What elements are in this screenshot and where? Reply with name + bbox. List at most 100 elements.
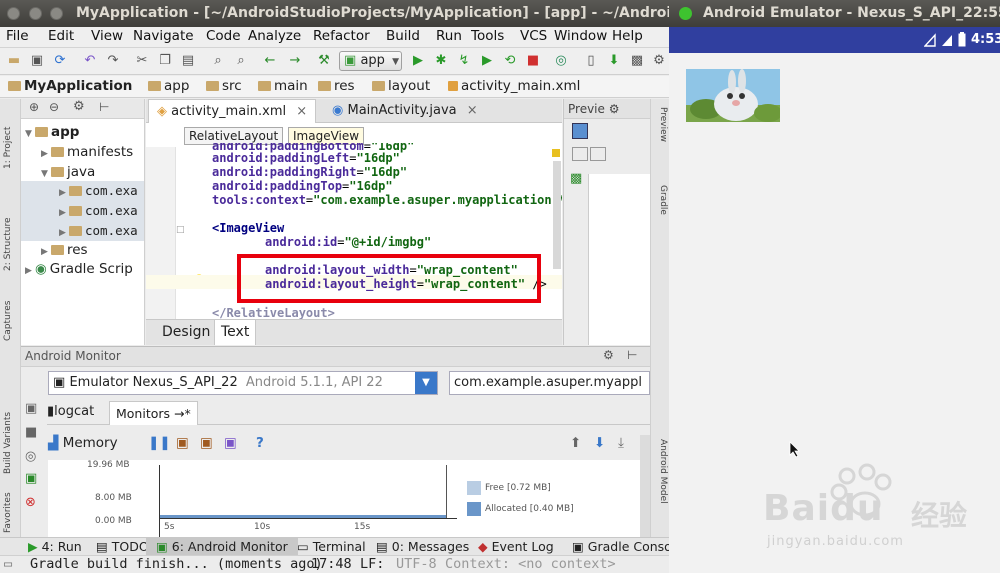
tree-item-package[interactable]: ▶ com.exa bbox=[21, 181, 144, 201]
tab-activity-main-xml[interactable]: ◈ activity_main.xml × bbox=[148, 99, 317, 123]
stop-icon[interactable]: ■ bbox=[525, 53, 541, 69]
tab-text[interactable]: Text bbox=[214, 320, 257, 345]
menu-view[interactable]: View bbox=[91, 28, 123, 44]
make-project-icon[interactable]: ⚒ bbox=[316, 53, 332, 69]
menu-edit[interactable]: Edit bbox=[48, 28, 74, 44]
tool-tab-gradle[interactable]: Gradle bbox=[654, 185, 668, 231]
tree-item-package[interactable]: ▶ com.exa bbox=[21, 201, 144, 221]
breadcrumb-main[interactable]: main bbox=[258, 78, 308, 94]
tab-logcat[interactable]: ▮logcat bbox=[47, 404, 94, 419]
download-icon[interactable]: ⤓ bbox=[618, 435, 624, 451]
tree-item-manifests[interactable]: ▶ manifests bbox=[41, 142, 133, 162]
hide-panel-icon[interactable]: ⊢ bbox=[627, 348, 637, 362]
replace-icon[interactable]: ⌕ bbox=[233, 53, 249, 69]
menu-run[interactable]: Run bbox=[436, 28, 462, 44]
close-tab-icon[interactable]: × bbox=[467, 103, 478, 118]
context-indicator[interactable]: Context: <no context> bbox=[445, 556, 616, 573]
arrow-down-icon[interactable]: ⬇ bbox=[594, 435, 605, 451]
menu-refactor[interactable]: Refactor bbox=[313, 28, 370, 44]
screen-capture-icon[interactable]: ▣ bbox=[25, 401, 37, 416]
breadcrumb-src[interactable]: src bbox=[206, 78, 242, 94]
sync-icon[interactable]: ⟳ bbox=[52, 53, 68, 69]
breadcrumb-project[interactable]: MyApplication bbox=[8, 78, 132, 94]
monitor-scrollbar[interactable] bbox=[640, 435, 650, 538]
tool-tab-project[interactable]: 1: Project bbox=[3, 113, 17, 169]
minimize-icon[interactable] bbox=[572, 147, 588, 161]
allocation-tracker-icon[interactable]: ▣ bbox=[224, 435, 237, 451]
caret-position[interactable]: 17:48 bbox=[311, 556, 352, 573]
breadcrumb-app[interactable]: app bbox=[148, 78, 189, 94]
file-encoding[interactable]: UTF-8 bbox=[396, 556, 437, 573]
dump-heap-icon[interactable]: ▣ bbox=[200, 435, 213, 451]
breadcrumb-res[interactable]: res bbox=[318, 78, 355, 94]
tool-todo[interactable]: ▤ TODO bbox=[96, 539, 149, 554]
gear-icon[interactable]: ⚙ bbox=[603, 348, 614, 362]
tool-tab-preview[interactable]: Preview bbox=[654, 107, 668, 159]
save-icon[interactable]: ▣ bbox=[29, 53, 45, 69]
package-select[interactable]: com.example.asuper.myappl bbox=[449, 371, 650, 395]
tool-tab-build-variants[interactable]: Build Variants bbox=[3, 394, 17, 474]
tab-design[interactable]: Design bbox=[156, 320, 216, 345]
tree-item-package[interactable]: ▶ com.exa bbox=[21, 221, 144, 241]
tab-monitors[interactable]: Monitors →* bbox=[109, 401, 198, 425]
menu-window[interactable]: Window bbox=[554, 28, 607, 44]
collapse-icon[interactable]: ⊕ bbox=[29, 100, 39, 114]
minimize-window-button[interactable] bbox=[29, 7, 42, 20]
close-window-button[interactable] bbox=[679, 7, 692, 20]
tree-item-app[interactable]: ▼ app bbox=[25, 122, 79, 142]
breadcrumb-file[interactable]: activity_main.xml bbox=[448, 78, 580, 94]
system-info-icon[interactable]: ◎ bbox=[25, 449, 36, 464]
menu-tools[interactable]: Tools bbox=[471, 28, 504, 44]
tool-android-monitor[interactable]: ▣ 6: Android Monitor bbox=[146, 538, 298, 555]
menu-build[interactable]: Build bbox=[386, 28, 420, 44]
status-toggle-icon[interactable]: ▭ bbox=[4, 556, 12, 573]
line-separator[interactable]: LF: bbox=[360, 556, 384, 573]
tool-gradle-console[interactable]: ▣ Gradle Console bbox=[572, 539, 669, 554]
maximize-icon[interactable] bbox=[590, 147, 606, 161]
tool-tab-structure[interactable]: 2: Structure bbox=[3, 203, 17, 272]
android-icon[interactable]: ▣ bbox=[25, 471, 37, 486]
paste-icon[interactable]: ▤ bbox=[180, 53, 196, 69]
redo-icon[interactable]: ↷ bbox=[105, 53, 121, 69]
tool-tab-captures[interactable]: Captures bbox=[3, 289, 17, 341]
menu-analyze[interactable]: Analyze bbox=[248, 28, 301, 44]
arrow-up-icon[interactable]: ⬆ bbox=[570, 435, 581, 451]
gear-icon[interactable]: ⚙ bbox=[73, 99, 85, 114]
android-device-monitor-icon[interactable]: ▩ bbox=[629, 53, 645, 69]
back-icon[interactable]: ← bbox=[262, 53, 278, 69]
tool-tab-favorites[interactable]: Favorites bbox=[3, 483, 17, 533]
forward-icon[interactable]: → bbox=[287, 53, 303, 69]
menu-help[interactable]: Help bbox=[612, 28, 643, 44]
tool-event-log[interactable]: ◆ Event Log bbox=[478, 539, 554, 554]
gradle-sync-icon[interactable]: ◎ bbox=[553, 53, 569, 69]
settings-icon[interactable]: ⚙ bbox=[651, 53, 667, 69]
screen-record-icon[interactable]: ■ bbox=[25, 425, 37, 440]
tool-terminal[interactable]: ▭ Terminal bbox=[297, 539, 366, 554]
cut-icon[interactable]: ✂ bbox=[134, 53, 150, 69]
tool-messages[interactable]: ▤ 0: Messages bbox=[376, 539, 469, 554]
open-folder-icon[interactable]: ▬ bbox=[6, 53, 22, 69]
menu-code[interactable]: Code bbox=[206, 28, 241, 44]
tree-item-java[interactable]: ▼ java bbox=[41, 162, 95, 182]
run-config-select[interactable]: ▣ app ▼ bbox=[339, 51, 402, 71]
terminate-icon[interactable]: ⊗ bbox=[25, 495, 36, 510]
chevron-down-icon[interactable]: ▼ bbox=[415, 372, 437, 394]
undo-icon[interactable]: ↶ bbox=[82, 53, 98, 69]
zoom-fit-icon[interactable] bbox=[572, 123, 588, 139]
find-icon[interactable]: ⌕ bbox=[210, 53, 226, 69]
coverage-icon[interactable]: ▶ bbox=[479, 53, 495, 69]
hide-icon[interactable]: ⊢ bbox=[99, 100, 109, 114]
menu-navigate[interactable]: Navigate bbox=[133, 28, 194, 44]
close-tab-icon[interactable]: × bbox=[296, 104, 307, 119]
tree-item-gradle-scripts[interactable]: ▶ ◉ Gradle Scrip bbox=[25, 259, 133, 279]
help-icon[interactable]: ? bbox=[256, 435, 264, 451]
tool-tab-android-model[interactable]: Android Model bbox=[654, 439, 668, 523]
avd-manager-icon[interactable]: ▯ bbox=[583, 53, 599, 69]
editor-scrollbar[interactable] bbox=[553, 161, 561, 269]
run-icon[interactable]: ▶ bbox=[410, 53, 426, 69]
rerun-icon[interactable]: ⟲ bbox=[502, 53, 518, 69]
warning-marker[interactable] bbox=[552, 149, 560, 157]
gc-icon[interactable]: ▣ bbox=[176, 435, 189, 451]
device-select[interactable]: ▣ Emulator Nexus_S_API_22 Android 5.1.1,… bbox=[48, 371, 438, 395]
attach-debugger-icon[interactable]: ↯ bbox=[456, 53, 472, 69]
